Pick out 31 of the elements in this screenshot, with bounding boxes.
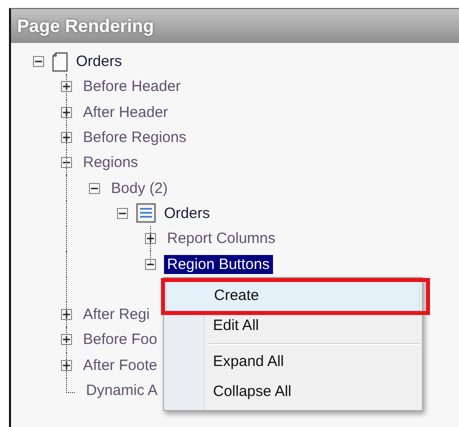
tree-node[interactable]: Before Foo xyxy=(80,330,160,350)
collapse-toggle[interactable] xyxy=(89,182,100,194)
collapse-toggle[interactable] xyxy=(33,56,44,68)
expand-toggle[interactable] xyxy=(61,106,72,118)
tree-node[interactable]: Regions xyxy=(80,153,142,172)
tree-node[interactable]: Orders xyxy=(161,204,213,223)
menu-item[interactable]: Collapse All xyxy=(166,377,420,407)
collapse-toggle[interactable] xyxy=(61,157,72,168)
tree-node[interactable]: Orders xyxy=(73,52,125,72)
expand-toggle[interactable] xyxy=(61,81,72,92)
expand-toggle[interactable] xyxy=(61,309,72,320)
tree-node[interactable]: Before Header xyxy=(80,77,184,96)
collapse-toggle[interactable] xyxy=(145,258,156,270)
tree-node[interactable]: After Foote xyxy=(80,356,160,375)
expand-toggle[interactable] xyxy=(145,233,156,244)
list-icon xyxy=(136,203,156,224)
expand-toggle[interactable] xyxy=(61,132,72,144)
tree-node[interactable]: Dynamic A xyxy=(83,381,161,400)
collapse-toggle[interactable] xyxy=(117,208,128,219)
tree-node[interactable]: Before Regions xyxy=(80,128,190,148)
expand-toggle[interactable] xyxy=(61,360,72,371)
tree-node[interactable]: After Regi xyxy=(80,305,153,324)
menu-item[interactable]: Edit All xyxy=(166,311,420,341)
tree-node[interactable]: Body (2) xyxy=(108,178,171,198)
page-icon xyxy=(52,52,68,72)
expand-toggle[interactable] xyxy=(61,334,72,346)
tree-node[interactable]: Report Columns xyxy=(164,229,278,248)
menu-item[interactable]: Expand All xyxy=(166,347,420,377)
tree-node[interactable]: After Header xyxy=(80,102,172,122)
panel-title: Page Rendering xyxy=(17,16,154,36)
tree-node[interactable]: Region Buttons xyxy=(164,254,273,274)
